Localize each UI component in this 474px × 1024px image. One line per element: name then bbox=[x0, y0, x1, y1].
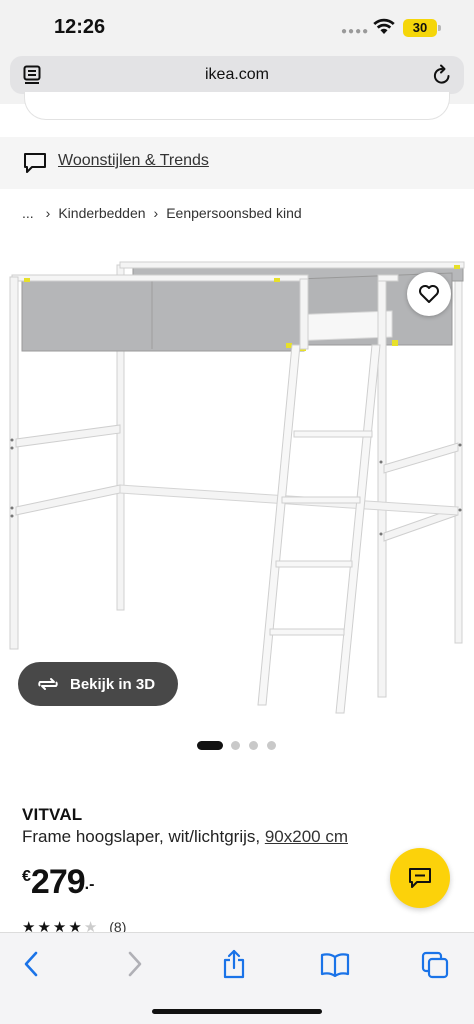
tabs-icon[interactable] bbox=[421, 949, 449, 979]
share-icon[interactable] bbox=[221, 949, 247, 979]
chevron-right-icon: › bbox=[153, 205, 159, 221]
image-pager bbox=[197, 740, 285, 750]
price-currency: € bbox=[22, 868, 31, 885]
pager-dot[interactable] bbox=[231, 740, 240, 750]
clock: 12:26 bbox=[54, 16, 106, 38]
product-price: € 279 .- bbox=[22, 862, 94, 902]
pager-dot[interactable] bbox=[249, 740, 258, 750]
pager-dot-active[interactable] bbox=[197, 740, 223, 750]
forward-icon[interactable] bbox=[122, 949, 146, 979]
woonstijlen-link[interactable]: Woonstijlen & Trends bbox=[58, 152, 209, 170]
search-field-edge bbox=[24, 92, 450, 120]
view-3d-label: Bekijk in 3D bbox=[70, 675, 156, 693]
breadcrumb-ellipsis[interactable]: ... bbox=[22, 205, 34, 221]
favorite-button[interactable] bbox=[407, 272, 451, 316]
heart-icon bbox=[419, 285, 439, 303]
chevron-right-icon: › bbox=[45, 205, 51, 221]
product-description-text: Frame hoogslaper, wit/lichtgrijs, bbox=[22, 827, 261, 846]
product-brand: VITVAL bbox=[22, 805, 83, 824]
view-3d-button[interactable]: Bekijk in 3D bbox=[18, 662, 178, 706]
signal-icon: ●●●● bbox=[341, 26, 370, 37]
battery-tip bbox=[438, 25, 441, 31]
product-description: Frame hoogslaper, wit/lichtgrijs, 90x200… bbox=[22, 827, 348, 847]
breadcrumb-item-kinderbedden[interactable]: Kinderbedden bbox=[58, 205, 145, 221]
reload-icon[interactable] bbox=[432, 64, 452, 86]
battery-indicator: 30 bbox=[403, 19, 437, 37]
price-suffix: .- bbox=[84, 876, 95, 893]
price-amount: 279 bbox=[30, 863, 86, 901]
product-size-link[interactable]: 90x200 cm bbox=[265, 827, 348, 846]
address-bar[interactable]: ikea.com bbox=[10, 56, 464, 94]
bookmarks-icon[interactable] bbox=[320, 949, 350, 979]
rotate-3d-icon bbox=[38, 678, 58, 690]
url-text: ikea.com bbox=[204, 66, 270, 83]
status-bar: 12:26 ●●●● 30 bbox=[0, 0, 474, 52]
wifi-icon bbox=[373, 18, 395, 34]
home-indicator bbox=[152, 1009, 322, 1014]
chat-icon bbox=[409, 868, 431, 888]
breadcrumb: ... › Kinderbedden › Eenpersoonsbed kind bbox=[22, 205, 302, 221]
product-image[interactable] bbox=[0, 245, 474, 725]
breadcrumb-item-eenpersoonsbed[interactable]: Eenpersoonsbed kind bbox=[166, 205, 301, 221]
back-icon[interactable] bbox=[20, 949, 44, 979]
speech-bubble-icon bbox=[24, 153, 46, 173]
pager-dot[interactable] bbox=[267, 740, 276, 750]
chat-button[interactable] bbox=[390, 848, 450, 908]
